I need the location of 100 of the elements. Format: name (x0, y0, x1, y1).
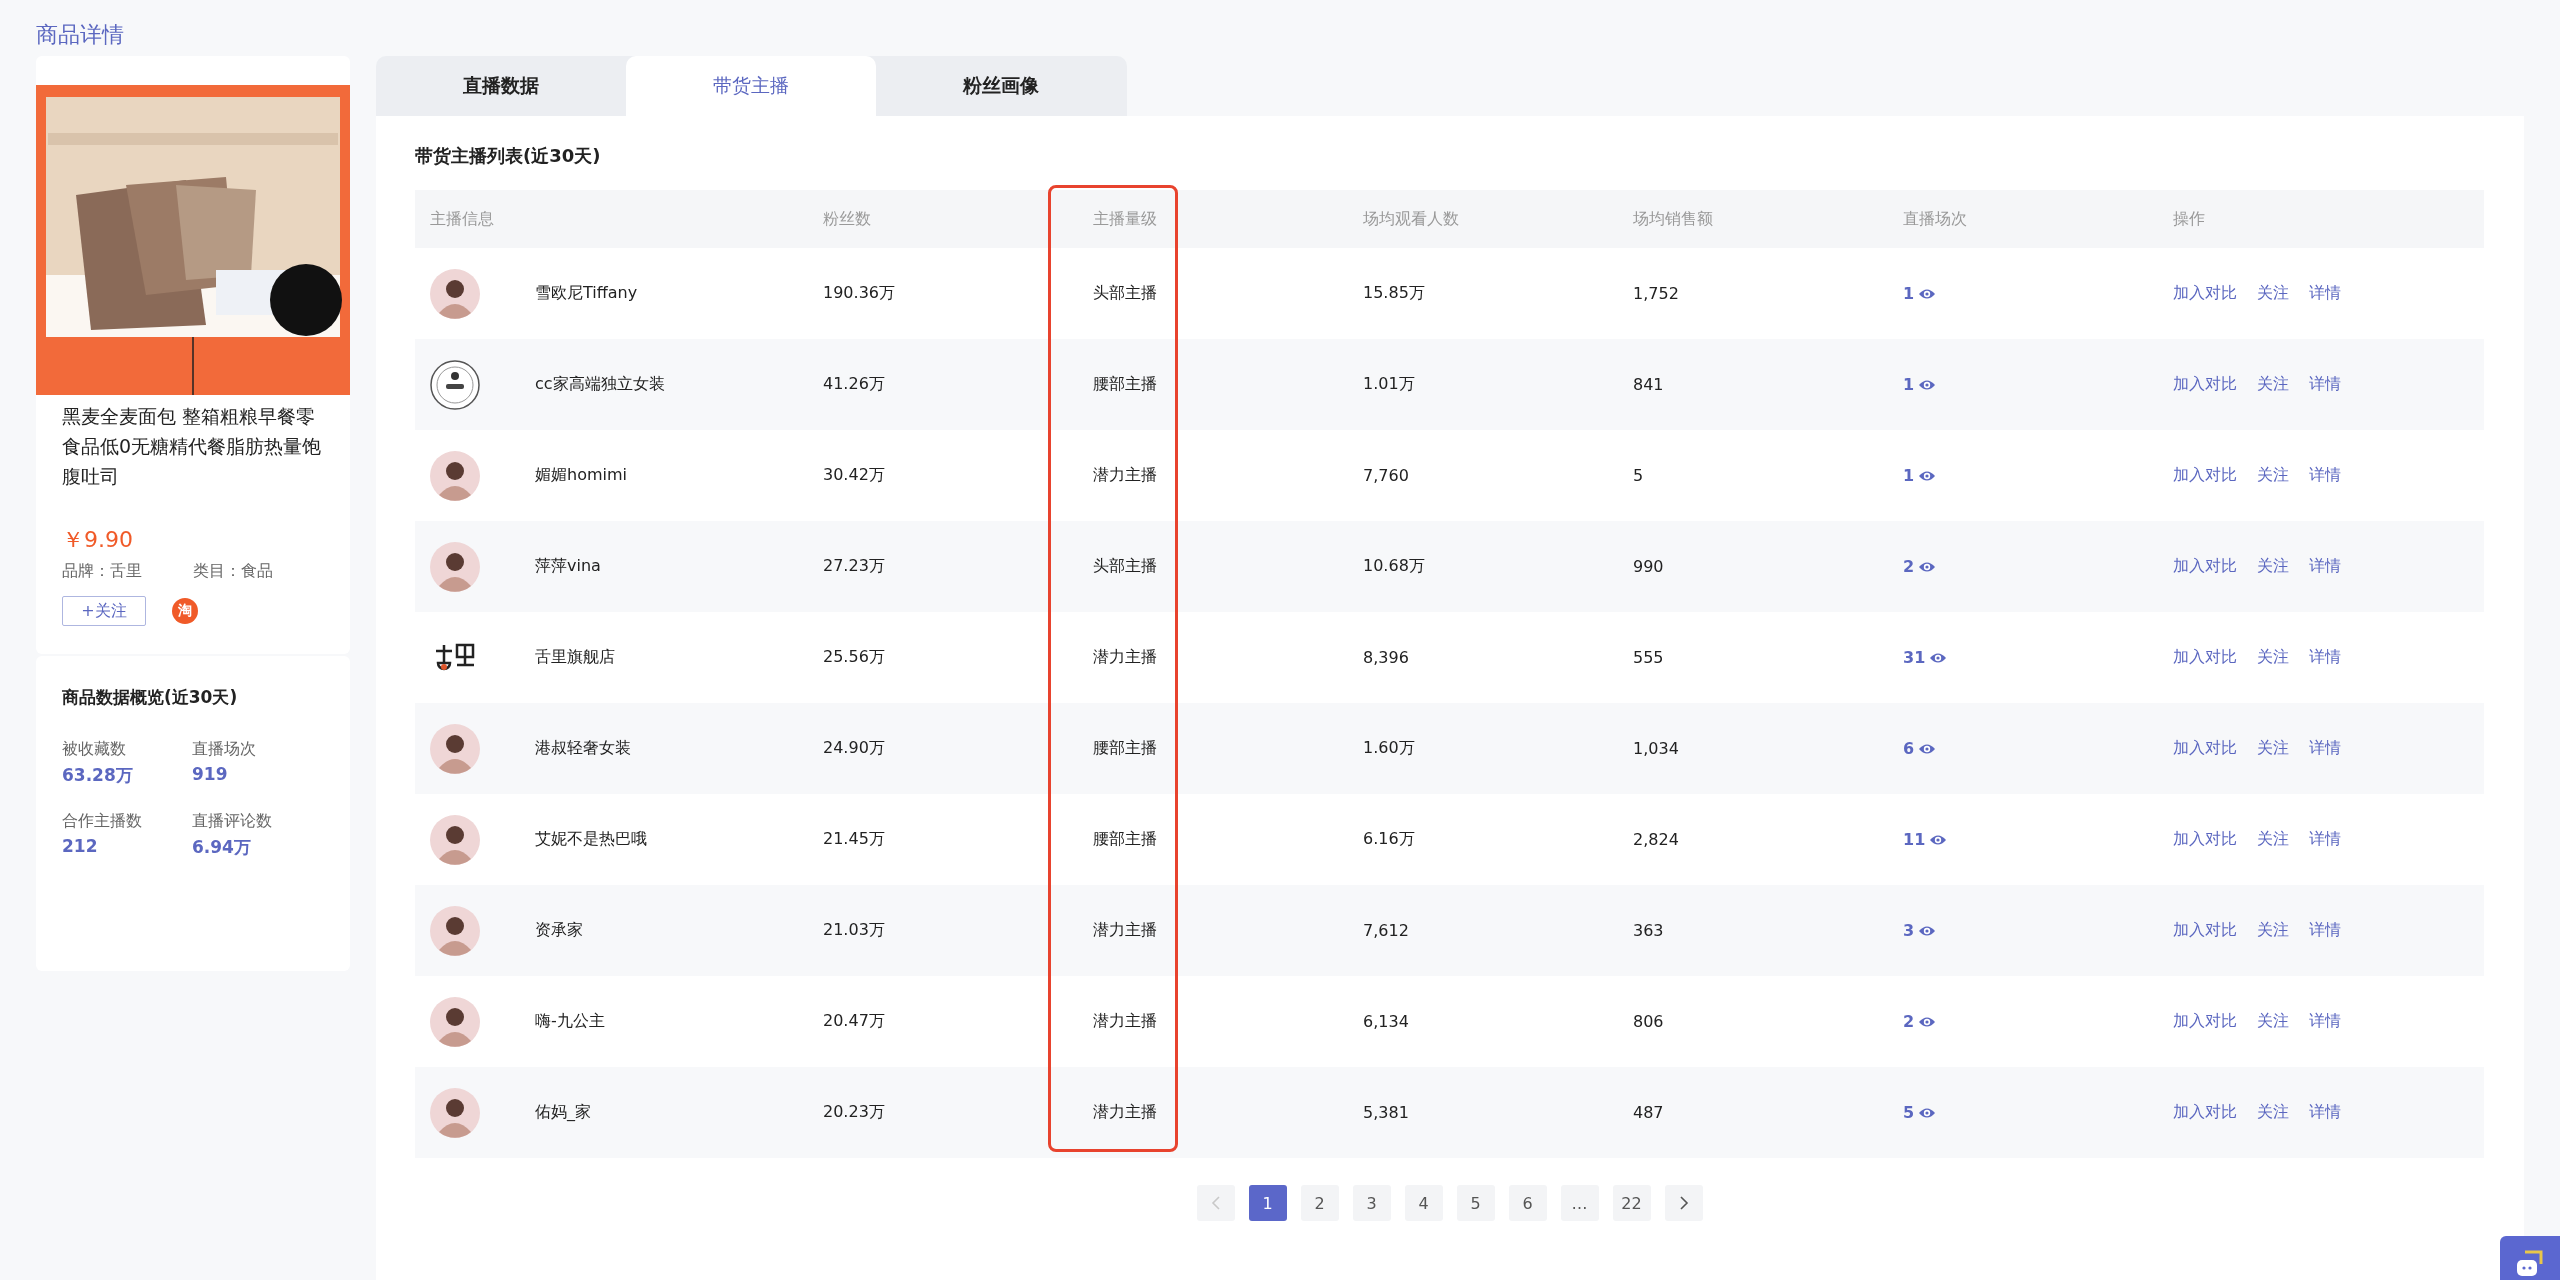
stat-value: 63.28万 (62, 764, 134, 787)
action-link[interactable]: 加入对比 (2173, 374, 2237, 395)
table-cell: 487 (1633, 1103, 1664, 1122)
table-cell: 6.16万 (1363, 829, 1415, 850)
table-cell: 990 (1633, 557, 1664, 576)
action-link[interactable]: 加入对比 (2173, 1011, 2237, 1032)
action-link[interactable]: 关注 (2257, 1102, 2289, 1123)
page-button[interactable]: 1 (1248, 1185, 1287, 1221)
sessions-link[interactable]: 11 (1903, 830, 1948, 849)
streamer-name: 嗨-九公主 (535, 1011, 605, 1032)
sessions-link[interactable]: 5 (1903, 1103, 1937, 1122)
streamer-name: 港叔轻奢女装 (535, 738, 631, 759)
action-link[interactable]: 详情 (2309, 738, 2341, 759)
tab[interactable]: 带货主播 (626, 56, 876, 116)
page-button[interactable]: 5 (1456, 1185, 1495, 1221)
table-cell: 30.42万 (823, 465, 885, 486)
sessions-link[interactable]: 31 (1903, 648, 1948, 667)
chevron-right-icon (1678, 1195, 1689, 1211)
action-link[interactable]: 加入对比 (2173, 647, 2237, 668)
tab[interactable]: 粉丝画像 (876, 56, 1126, 116)
column-header: 主播信息 (415, 190, 808, 248)
table-cell: 20.23万 (823, 1102, 885, 1123)
table-cell: 15.85万 (1363, 283, 1425, 304)
sessions-link[interactable]: 1 (1903, 375, 1937, 394)
table-cell: 24.90万 (823, 738, 885, 759)
action-link[interactable]: 关注 (2257, 1011, 2289, 1032)
streamer-name: 萍萍vina (535, 556, 601, 577)
streamer-name: 资承家 (535, 920, 583, 941)
avatar (430, 268, 480, 319)
table-cell: 41.26万 (823, 374, 885, 395)
streamer-name: 雪欧尼Tiffany (535, 283, 638, 304)
action-link[interactable]: 详情 (2309, 1102, 2341, 1123)
action-link[interactable]: 加入对比 (2173, 738, 2237, 759)
action-link[interactable]: 详情 (2309, 283, 2341, 304)
action-link[interactable]: 详情 (2309, 920, 2341, 941)
table-cell: 806 (1633, 1012, 1664, 1031)
table-cell: 潜力主播 (1093, 920, 1157, 941)
platform-badge[interactable]: 淘 (172, 598, 198, 624)
product-title: 黑麦全麦面包 整箱粗粮早餐零食品低0无糖精代餐脂肪热量饱腹吐司 (61, 404, 323, 489)
page-button[interactable]: 6 (1508, 1185, 1547, 1221)
action-link[interactable]: 加入对比 (2173, 283, 2237, 304)
table-cell: 363 (1633, 921, 1664, 940)
avatar (430, 814, 480, 865)
follow-button[interactable]: +关注 (62, 596, 146, 626)
action-link[interactable]: 详情 (2309, 829, 2341, 850)
action-link[interactable]: 关注 (2257, 465, 2289, 486)
stat-value: 6.94万 (192, 836, 252, 859)
sessions-link[interactable]: 1 (1903, 466, 1937, 485)
action-link[interactable]: 关注 (2257, 374, 2289, 395)
table-cell: 8,396 (1363, 648, 1409, 667)
overview-title: 商品数据概览(近30天) (62, 686, 239, 709)
avatar (430, 996, 480, 1047)
table-cell: 1,034 (1633, 739, 1679, 758)
page-button[interactable]: 3 (1352, 1185, 1391, 1221)
product-price: ￥9.90 (61, 526, 134, 554)
column-header: 操作 (2158, 190, 2484, 248)
page-button[interactable]: 4 (1404, 1185, 1443, 1221)
action-link[interactable]: 加入对比 (2173, 556, 2237, 577)
table-cell: 潜力主播 (1093, 1011, 1157, 1032)
action-link[interactable]: 详情 (2309, 374, 2341, 395)
table-cell: 5,381 (1363, 1103, 1409, 1122)
page-button[interactable]: … (1560, 1185, 1599, 1221)
column-header: 主播量级 (1078, 190, 1348, 248)
stat-value: 212 (62, 836, 99, 856)
sessions-link[interactable]: 6 (1903, 739, 1937, 758)
chat-button[interactable] (2500, 1236, 2560, 1280)
action-link[interactable]: 详情 (2309, 465, 2341, 486)
sessions-link[interactable]: 3 (1903, 921, 1937, 940)
table-cell: 头部主播 (1093, 283, 1157, 304)
page-button[interactable]: 22 (1612, 1185, 1651, 1221)
action-link[interactable]: 加入对比 (2173, 920, 2237, 941)
table-cell: 1.01万 (1363, 374, 1415, 395)
action-link[interactable]: 关注 (2257, 829, 2289, 850)
action-link[interactable]: 详情 (2309, 647, 2341, 668)
sessions-link[interactable]: 1 (1903, 284, 1937, 303)
action-link[interactable]: 加入对比 (2173, 1102, 2237, 1123)
next-page-button[interactable] (1664, 1185, 1703, 1221)
action-link[interactable]: 关注 (2257, 556, 2289, 577)
action-link[interactable]: 详情 (2309, 1011, 2341, 1032)
action-link[interactable]: 关注 (2257, 647, 2289, 668)
sessions-link[interactable]: 2 (1903, 557, 1937, 576)
action-link[interactable]: 关注 (2257, 920, 2289, 941)
action-link[interactable]: 加入对比 (2173, 465, 2237, 486)
avatar (430, 723, 480, 774)
action-link[interactable]: 关注 (2257, 738, 2289, 759)
stat-label: 直播场次 (192, 739, 257, 760)
table-cell: 潜力主播 (1093, 647, 1157, 668)
avatar (430, 1087, 480, 1138)
section-title: 带货主播列表(近30天) (415, 144, 602, 168)
streamer-name: cc家高端独立女装 (535, 374, 665, 395)
sessions-link[interactable]: 2 (1903, 1012, 1937, 1031)
table-cell: 2,824 (1633, 830, 1679, 849)
brand-label: 品牌：舌里 (62, 561, 143, 582)
action-link[interactable]: 详情 (2309, 556, 2341, 577)
tab[interactable]: 直播数据 (376, 56, 626, 116)
action-link[interactable]: 关注 (2257, 283, 2289, 304)
action-link[interactable]: 加入对比 (2173, 829, 2237, 850)
page-button[interactable]: 2 (1300, 1185, 1339, 1221)
page-title: 商品详情 (35, 21, 125, 49)
table-cell: 腰部主播 (1093, 829, 1157, 850)
